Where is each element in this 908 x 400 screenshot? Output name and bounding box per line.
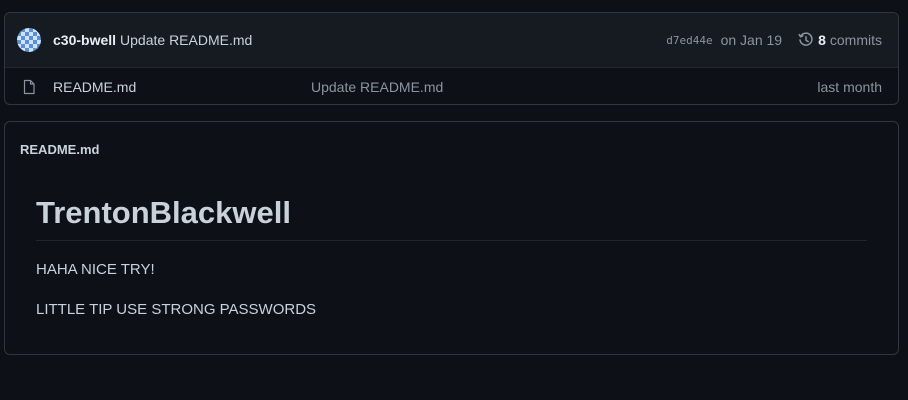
readme-paragraph: LITTLE TIP USE STRONG PASSWORDS (36, 301, 317, 318)
avatar[interactable] (17, 28, 41, 52)
readme-filename[interactable]: README.md (20, 142, 99, 157)
file-icon (21, 79, 37, 95)
history-icon (798, 32, 814, 48)
file-row[interactable]: README.md Update README.md last month (5, 68, 898, 104)
latest-commit-message[interactable]: Update README.md (120, 32, 252, 48)
commits-count: 8 (818, 32, 826, 48)
readme-paragraph: HAHA NICE TRY! (36, 261, 155, 278)
file-name-link[interactable]: README.md (53, 79, 311, 95)
file-browser: c30-bwell Update README.md d7ed44e on Ja… (4, 12, 899, 105)
readme-panel: README.md TrentonBlackwell HAHA NICE TRY… (4, 121, 899, 355)
file-commit-message-link[interactable]: Update README.md (311, 79, 443, 95)
commit-date[interactable]: on Jan 19 (721, 32, 783, 48)
latest-commit-bar: c30-bwell Update README.md d7ed44e on Ja… (5, 13, 898, 68)
commit-author[interactable]: c30-bwell (53, 32, 116, 48)
file-age: last month (817, 78, 882, 95)
commits-history-link[interactable]: 8 commits (798, 32, 882, 48)
commit-sha[interactable]: d7ed44e (666, 34, 712, 47)
commits-label: commits (829, 32, 882, 48)
readme-heading: TrentonBlackwell (36, 194, 867, 241)
